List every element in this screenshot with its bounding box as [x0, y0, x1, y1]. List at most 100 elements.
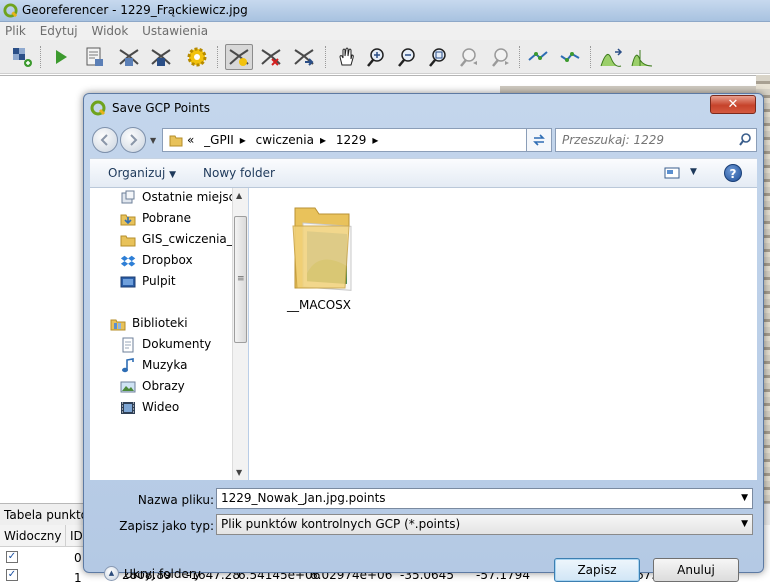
organize-menu[interactable]: Organizuj ▼: [108, 166, 176, 180]
file-name: __MACOSX: [286, 298, 351, 312]
recent-locations-dropdown[interactable]: ▼: [150, 136, 156, 145]
video-icon: [121, 402, 135, 414]
close-button[interactable]: ✕: [710, 95, 756, 114]
menu-plik[interactable]: Plik: [0, 22, 31, 40]
move-gcp-button[interactable]: [290, 44, 318, 70]
zoom-in-button[interactable]: [362, 44, 390, 70]
address-bar[interactable]: « _GPII▸ cwiczenia▸ 1229▸ ▼: [162, 128, 542, 152]
file-item-macosx[interactable]: __MACOSX: [277, 200, 361, 312]
delete-point-icon: [261, 49, 281, 66]
breadcrumb-gpii[interactable]: _GPII: [204, 133, 234, 147]
link-qgis-to-georeferencer-button[interactable]: [556, 44, 584, 70]
breadcrumb-separator-icon[interactable]: ▸: [372, 133, 378, 147]
load-gcp-button[interactable]: [115, 44, 143, 70]
nav-item-label: Ostatnie miejsca: [142, 190, 243, 204]
full-histogram-stretch-button[interactable]: [597, 44, 625, 70]
generate-gdal-script-button[interactable]: [80, 44, 108, 70]
gcp-row-1-visible-checkbox[interactable]: ✓: [6, 569, 18, 581]
command-bar: Organizuj ▼ Nowy folder ▼ ?: [90, 158, 757, 188]
view-options-dropdown[interactable]: ▼: [690, 167, 697, 177]
menu-edytuj[interactable]: Edytuj: [35, 22, 83, 40]
navigation-scrollbar[interactable]: ▲ ≡ ▼: [232, 188, 248, 480]
nav-item-label: Pobrane: [142, 211, 192, 225]
arrow-right-icon: [130, 134, 138, 146]
gcp-row-1-id: 1: [74, 571, 82, 582]
scroll-up-icon[interactable]: ▲: [236, 191, 242, 200]
zoom-out-icon: [398, 48, 415, 67]
cancel-button[interactable]: Anuluj: [653, 558, 739, 582]
nav-item-label: Dropbox: [142, 253, 193, 267]
georeferencer-toolbar: [0, 40, 770, 74]
organize-label: Organizuj: [108, 166, 166, 180]
scroll-grip-icon: ≡: [237, 274, 245, 284]
scroll-down-icon[interactable]: ▼: [236, 468, 242, 477]
menu-ustawienia[interactable]: Ustawienia: [137, 22, 213, 40]
gcp-row-0-visible-checkbox[interactable]: ✓: [6, 551, 18, 563]
breadcrumb-1229[interactable]: 1229: [336, 133, 367, 147]
breadcrumb-cwiczenia[interactable]: cwiczenia: [256, 133, 314, 147]
file-list[interactable]: __MACOSX: [249, 188, 757, 480]
nav-group-label: Biblioteki: [132, 316, 188, 330]
move-point-icon: [294, 49, 314, 66]
filename-label: Nazwa pliku:: [137, 493, 214, 507]
refresh-icon: [533, 134, 545, 146]
gcp-column-visible[interactable]: Widoczny: [0, 525, 66, 547]
local-histogram-stretch-button[interactable]: [628, 44, 656, 70]
toolbar-separator: [325, 46, 327, 68]
folder-icon: [292, 207, 352, 291]
filetype-value: Plik punktów kontrolnych GCP (*.points): [221, 517, 461, 531]
chevron-down-icon[interactable]: ▼: [741, 493, 748, 503]
breadcrumb: « _GPII ▸ cwiczenia ▸ 1229 ▸: [187, 133, 384, 147]
new-folder-button[interactable]: Nowy folder: [203, 166, 275, 180]
recent-places-icon: [121, 190, 135, 204]
zoom-out-button[interactable]: [393, 44, 421, 70]
desktop-icon: [120, 276, 136, 288]
start-georeferencing-button[interactable]: [47, 44, 75, 70]
breadcrumb-overflow[interactable]: «: [187, 133, 194, 147]
link-qgis-to-geo-icon: [560, 52, 580, 62]
chevron-down-icon[interactable]: ▼: [741, 519, 748, 529]
search-input[interactable]: [562, 132, 732, 148]
save-gcp-button[interactable]: [147, 44, 175, 70]
main-window-title: Georeferencer - 1229_Frąckiewicz.jpg: [22, 3, 248, 17]
help-button[interactable]: ?: [724, 164, 742, 182]
change-view-icon[interactable]: [664, 166, 680, 180]
pictures-icon: [120, 381, 136, 393]
zoom-last-button[interactable]: [455, 44, 483, 70]
nav-item-label: Wideo: [142, 400, 180, 414]
zoom-next-button[interactable]: [487, 44, 515, 70]
breadcrumb-separator-icon[interactable]: ▸: [240, 133, 246, 147]
breadcrumb-separator-icon[interactable]: ▸: [320, 133, 326, 147]
search-box[interactable]: [555, 128, 757, 152]
save-button[interactable]: Zapisz: [554, 558, 640, 582]
documents-icon: [122, 337, 134, 353]
nav-item-label: Pulpit: [142, 274, 176, 288]
downloads-folder-icon: [120, 214, 136, 226]
pan-button[interactable]: [332, 44, 360, 70]
add-point-icon: [229, 49, 249, 66]
link-georeferencer-to-qgis-button[interactable]: [524, 44, 552, 70]
transformation-settings-button[interactable]: [183, 44, 211, 70]
add-point-button[interactable]: [225, 44, 253, 70]
arrow-left-icon: [100, 134, 108, 146]
filename-input[interactable]: 1229_Nowak_Jan.jpg.points ▼: [216, 488, 753, 509]
save-form: Nazwa pliku: 1229_Nowak_Jan.jpg.points ▼…: [90, 480, 757, 566]
refresh-button[interactable]: [526, 128, 552, 152]
menu-widok[interactable]: Widok: [86, 22, 133, 40]
back-button[interactable]: [92, 127, 118, 153]
chevron-up-icon: ▲: [104, 566, 119, 581]
music-icon: [122, 358, 134, 373]
delete-point-button[interactable]: [257, 44, 285, 70]
filetype-select[interactable]: Plik punktów kontrolnych GCP (*.points) …: [216, 514, 753, 535]
zoom-to-layer-button[interactable]: [424, 44, 452, 70]
gear-icon: [187, 47, 207, 67]
filetype-label: Zapisz jako typ:: [119, 519, 214, 533]
main-titlebar: Georeferencer - 1229_Frąckiewicz.jpg: [0, 0, 770, 22]
qgis-logo-icon: [90, 100, 106, 116]
forward-button[interactable]: [120, 127, 146, 153]
open-raster-button[interactable]: [8, 44, 36, 70]
nav-item-label: GIS_cwiczenia_nr: [142, 232, 246, 246]
save-gcp-dialog: Save GCP Points ✕ ▼ « _GPII ▸ cwiczenia ▸ …: [83, 93, 764, 582]
play-icon: [56, 50, 67, 64]
link-geo-to-qgis-icon: [528, 51, 548, 61]
